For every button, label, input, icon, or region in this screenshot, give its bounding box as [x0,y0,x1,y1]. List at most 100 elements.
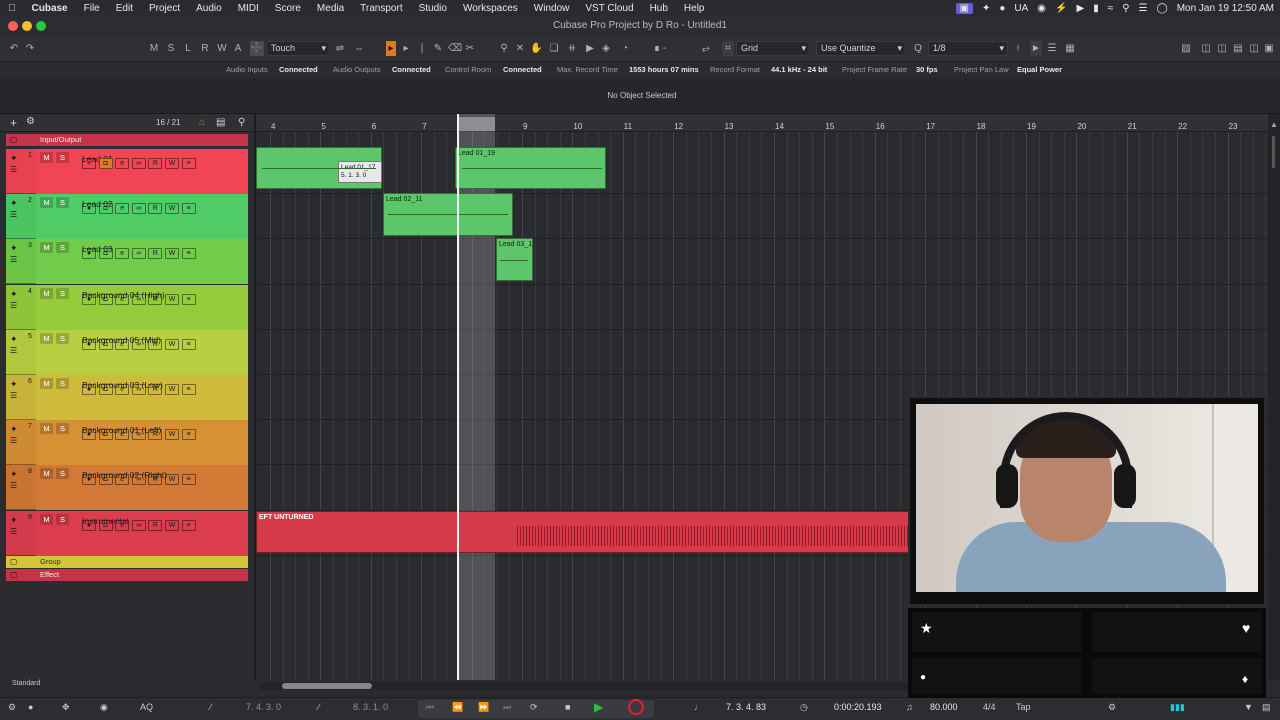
menu-studio[interactable]: Studio [411,3,455,14]
go-to-end-icon[interactable]: ⏭ [503,702,511,713]
solo-button[interactable]: S [56,152,69,163]
track-header[interactable]: M S Instrumental [36,511,248,556]
track-row[interactable]: ✦ 8 M S Background 02 (Right) ● ◘ e ∞ R W ≡ ☰ [6,465,248,510]
record-mode-icon[interactable]: ● [28,702,33,712]
track-menu-button[interactable]: ≡ [181,158,196,169]
mute-button[interactable]: M [40,468,53,479]
edit-channel-button[interactable]: e [115,203,130,214]
write-automation-button[interactable]: W [165,294,179,305]
track-edit-icon[interactable]: ✦ [10,334,18,345]
track-menu-button[interactable]: ≡ [181,474,196,485]
split-tool-icon[interactable]: ∣ [416,41,428,56]
horizontal-scrollbar[interactable] [260,682,910,690]
precount-icon[interactable]: ◉ [100,702,108,713]
left-zone-icon[interactable]: ◫ [1200,41,1212,56]
lanes-button[interactable]: ∞ [131,294,146,305]
solo-button[interactable]: S [56,423,69,434]
signature-value[interactable]: 4/4 [983,702,996,712]
monitor-button[interactable]: ◘ [98,474,113,485]
edit-channel-button[interactable]: e [115,474,130,485]
track-row[interactable]: ✦ 5 M S Background 05 (Mid) ● ◘ e ∞ R W ≡ ☰ [6,330,248,375]
quantize-panel-icon[interactable]: ☰ [1046,41,1058,56]
tempo-value[interactable]: 80.000 [930,702,958,712]
track-header[interactable]: M S Lead 01 [36,149,248,194]
menu-project[interactable]: Project [141,3,188,14]
monitor-button[interactable]: ◘ [98,294,113,305]
read-automation-button[interactable]: R [148,384,163,395]
right-locator-value[interactable]: 8. 3. 1. 0 [353,702,388,712]
track-menu-button[interactable]: ≡ [181,294,196,305]
tap-tempo-button[interactable]: Tap [1016,702,1031,712]
edit-channel-button[interactable]: e [115,520,130,531]
track-header[interactable]: M S Lead 02 [36,194,248,239]
monitor-button[interactable]: ◘ [98,158,113,169]
mute-button[interactable]: M [40,152,53,163]
draw-tool-icon[interactable]: ✎ [432,41,444,56]
sync-icon[interactable]: ⚙ [1108,702,1116,713]
mute-button[interactable]: M [40,514,53,525]
lanes-button[interactable]: ∞ [131,339,146,350]
lower-zone-icon[interactable]: ▤ [1232,41,1244,56]
object-select-tool-icon[interactable]: ▸ [386,41,396,56]
monitor-button[interactable]: ◘ [98,203,113,214]
track-edit-icon[interactable]: ✦ [10,424,18,435]
iterative-quantize-icon[interactable]: ⫮ [1012,41,1024,56]
deck-key[interactable] [912,658,1082,694]
mute-mode-button[interactable]: M [148,41,160,56]
menu-workspaces[interactable]: Workspaces [455,3,526,14]
menu-transport[interactable]: Transport [352,3,410,14]
write-automation-button[interactable]: W [165,384,179,395]
record-icon[interactable]: ◉ [1037,3,1046,14]
solo-button[interactable]: S [56,514,69,525]
close-button[interactable] [8,21,18,31]
menu-audio[interactable]: Audio [188,3,230,14]
track-settings-icon[interactable]: ⚙ [26,116,35,127]
track-header[interactable]: M S Background 01 (Left) [36,420,248,465]
edit-channel-button[interactable]: e [115,248,130,259]
meter-icon[interactable]: ▮▮▮ [1170,702,1185,713]
track-row[interactable]: ✦ 9 M S Instrumental ● ◘ e ∞ R W ≡ ☰ [6,511,248,556]
wifi-icon[interactable]: ≈ [1108,3,1114,14]
edit-channel-button[interactable]: e [115,158,130,169]
zoom-button[interactable] [36,21,46,31]
undo-icon[interactable]: ↶ [8,41,20,56]
track-row[interactable]: ✦ 7 M S Background 01 (Left) ● ◘ e ∞ R W ≡ ☰ [6,420,248,465]
menu-media[interactable]: Media [309,3,352,14]
heart-icon[interactable]: ♥ [1242,620,1250,636]
record-arm-indicator[interactable]: ☰ [10,391,17,400]
battery-icon[interactable]: ▮ [1093,3,1099,14]
write-automation-button[interactable]: W [165,474,179,485]
track-header[interactable]: M S Background 05 (Mid) [36,330,248,375]
play-circle-icon[interactable]: ▶ [1076,3,1084,14]
read-automation-button[interactable]: R [148,339,163,350]
erase-tool-icon[interactable]: ⌫ [448,41,462,56]
track-menu-button[interactable]: ≡ [181,203,196,214]
playhead-cursor[interactable] [457,114,459,680]
write-automation-button[interactable]: W [165,158,179,169]
write-automation-button[interactable]: W [165,248,179,259]
settings-icon[interactable]: ⚙ [8,702,16,713]
diamond-icon[interactable]: ♦ [1242,672,1248,686]
read-automation-button[interactable]: R [148,429,163,440]
home-icon[interactable]: ⌂ [199,117,205,128]
redo-icon[interactable]: ↷ [24,41,36,56]
lanes-button[interactable]: ∞ [131,203,146,214]
solo-button[interactable]: S [56,333,69,344]
right-zone-icon[interactable]: ◫ [1248,41,1260,56]
record-enable-button[interactable]: ● [82,474,96,485]
read-automation-button[interactable]: R [148,474,163,485]
audition-icon[interactable]: ◔ [618,41,632,56]
mute-button[interactable]: M [40,197,53,208]
visibility-icon[interactable]: ▤ [216,117,225,128]
metronome-icon[interactable]: ♩ [694,702,703,712]
menu-window[interactable]: Window [526,3,578,14]
rewind-icon[interactable]: ⏪ [452,702,463,713]
track-row[interactable]: ✦ 6 M S Background 03 (Low) ● ◘ e ∞ R W ≡ ☰ [6,375,248,420]
autoscroll-icon[interactable]: ⇌ [334,41,346,56]
scroll-icon[interactable]: ⇔ [352,41,366,56]
automation-mode-select[interactable]: Touch ▾ [266,41,330,56]
scroll-thumb[interactable] [282,683,372,689]
play-icon[interactable]: ▶ [594,700,603,714]
menu-file[interactable]: File [76,3,108,14]
snap-type-select[interactable]: Grid ▾ [736,41,810,56]
